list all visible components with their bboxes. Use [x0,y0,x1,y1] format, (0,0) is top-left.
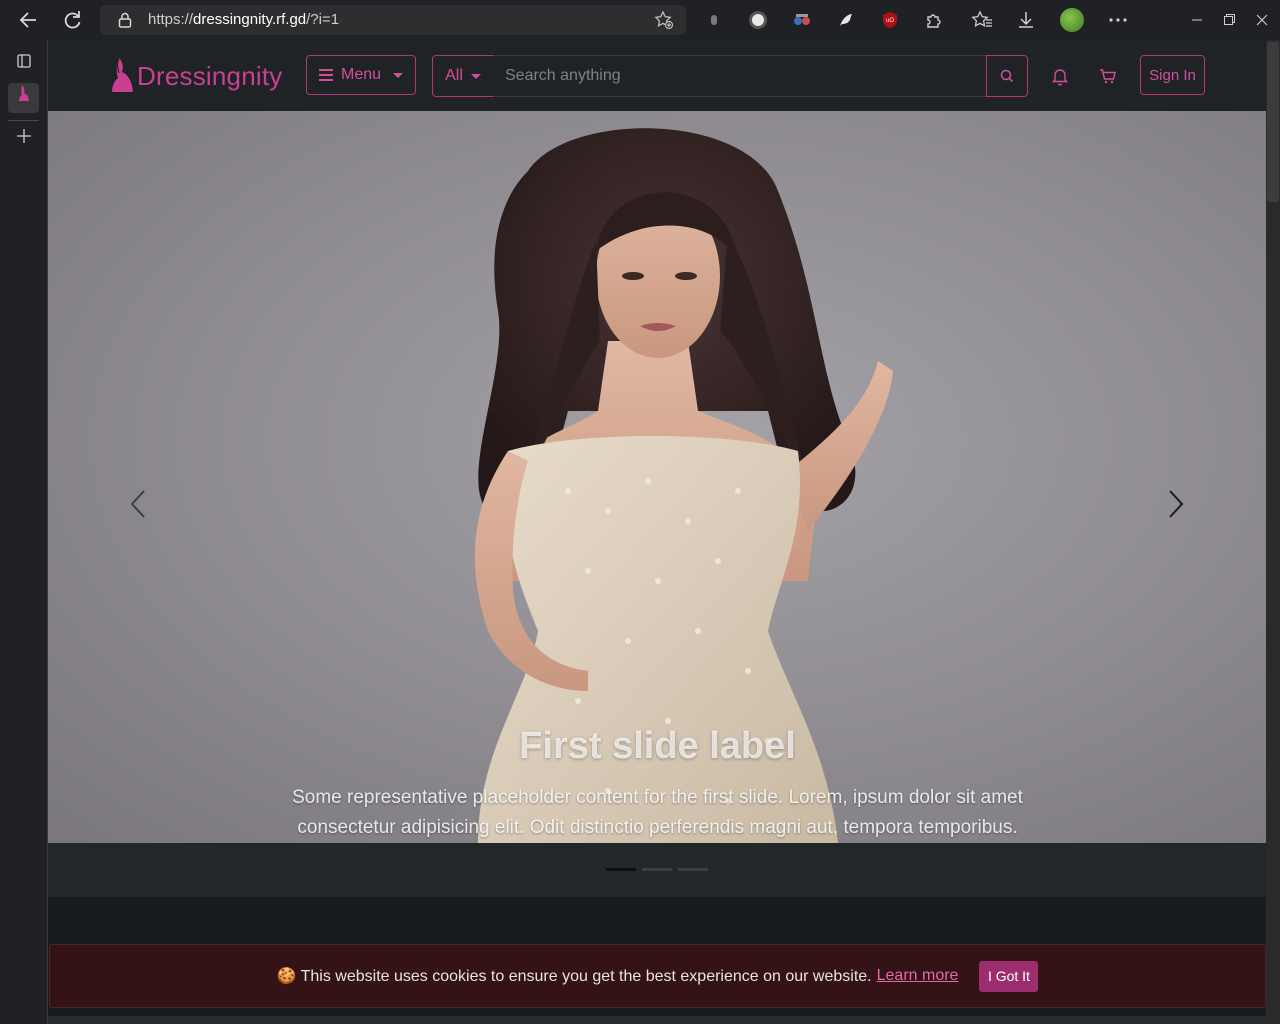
minimize-icon[interactable] [1183,8,1211,32]
address-bar[interactable]: https://dressingnity.rf.gd/?i=1 [100,5,686,35]
extension-icon[interactable]: uO [878,8,902,32]
cookie-message: 🍪 This website uses cookies to ensure yo… [276,968,872,985]
carousel-prev-button[interactable] [124,489,154,519]
url-text[interactable]: https://dressingnity.rf.gd/?i=1 [148,11,339,28]
search-button[interactable] [986,55,1028,97]
profile-icon[interactable] [1060,8,1084,32]
extension-icon[interactable] [834,8,858,32]
carousel-indicator-2[interactable] [642,868,672,871]
accept-cookies-button[interactable]: I Got It [979,960,1039,992]
tab-actions-icon[interactable] [8,50,39,80]
cart-icon[interactable] [1098,66,1118,86]
category-label: All [445,67,463,84]
site-header: Dressingnity Menu All Sign In [48,40,1266,111]
back-icon[interactable] [14,6,42,34]
footer-peek [48,1016,1266,1024]
extension-icon[interactable] [746,8,770,32]
brand-name: Dressingnity [137,60,283,91]
tab-dressingnity[interactable] [8,83,39,113]
carousel-indicator-1[interactable] [606,868,636,871]
brand-logo-icon [112,57,133,92]
close-icon[interactable] [1248,8,1276,32]
chevron-right-icon [1169,490,1184,518]
chevron-left-icon [130,490,145,518]
more-icon[interactable] [1106,8,1130,32]
hero-carousel: First slide label Some representative pl… [48,111,1266,843]
search-input[interactable] [493,55,987,97]
new-tab-icon[interactable] [8,125,39,155]
extension-icon[interactable] [702,8,726,32]
carousel-indicator-bar [48,843,1266,897]
carousel-indicators [606,868,708,871]
add-favorite-icon[interactable] [654,10,674,30]
chevron-down-icon [393,72,404,78]
page-scrollbar[interactable] [1266,40,1280,1024]
slide-title: First slide label [519,725,796,767]
puzzle-icon[interactable] [922,8,946,32]
slide-text: Some representative placeholder content … [292,787,1023,838]
scrollbar-thumb[interactable] [1267,42,1279,202]
menu-label: Menu [340,66,382,83]
svg-text:uO: uO [886,18,894,24]
divider [8,120,39,121]
menu-button[interactable]: Menu [306,55,416,95]
extension-icon[interactable] [790,8,814,32]
lock-icon[interactable] [118,12,132,28]
search-icon [1000,69,1014,83]
downloads-icon[interactable] [1014,8,1038,32]
carousel-indicator-3[interactable] [678,868,708,871]
category-dropdown[interactable]: All [432,55,494,97]
bell-icon[interactable] [1050,66,1070,86]
brand-logo[interactable]: Dressingnity [110,54,282,98]
web-page: Dressingnity Menu All Sign In [47,40,1266,1024]
favorites-icon[interactable] [970,8,994,32]
browser-toolbar: https://dressingnity.rf.gd/?i=1 uO [0,0,1280,40]
carousel-next-button[interactable] [1160,489,1190,519]
cookie-banner: 🍪 This website uses cookies to ensure yo… [49,944,1266,1008]
vertical-tabs-sidebar [0,40,47,1024]
chevron-down-icon [470,73,481,79]
sign-in-button[interactable]: Sign In [1140,55,1205,95]
maximize-icon[interactable] [1215,8,1243,32]
learn-more-link[interactable]: Learn more [877,967,959,985]
hamburger-icon [318,69,333,81]
refresh-icon[interactable] [58,6,86,34]
